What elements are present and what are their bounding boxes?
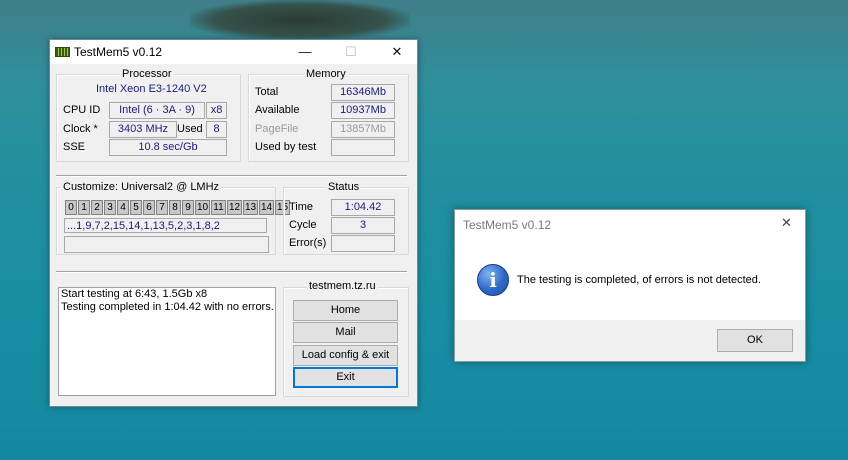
test-cell[interactable]: 12 (227, 200, 242, 215)
processor-group-label: Processor (120, 68, 174, 80)
test-cell[interactable]: 6 (143, 200, 155, 215)
sse-label: SSE (63, 141, 86, 153)
dialog-close-button[interactable]: ✕ (781, 215, 792, 231)
clock-field: 3403 MHz (109, 121, 177, 138)
window-title: TestMem5 v0.12 (74, 45, 163, 59)
time-field: 1:04.42 (331, 199, 395, 216)
test-cell[interactable]: 9 (182, 200, 194, 215)
available-label: Available (255, 104, 300, 116)
exit-button[interactable]: Exit (293, 367, 398, 388)
customize-label: Customize: Universal2 @ LMHz (61, 181, 222, 193)
test-cell[interactable]: 14 (259, 200, 274, 215)
used-by-test-label: Used by test (255, 141, 317, 153)
test-cell[interactable]: 4 (117, 200, 129, 215)
cpu-id-label: CPU ID (63, 104, 101, 116)
test-cell[interactable]: 2 (91, 200, 103, 215)
test-cell[interactable]: 5 (130, 200, 142, 215)
test-cell[interactable]: 10 (195, 200, 210, 215)
available-field: 10937Mb (331, 102, 395, 119)
test-cell[interactable]: 1 (78, 200, 90, 215)
progress-bar (64, 236, 269, 253)
cycle-field: 3 (331, 217, 395, 234)
log-line: Testing completed in 1:04.42 with no err… (61, 301, 274, 313)
mail-button[interactable]: Mail (293, 322, 398, 343)
dialog-title: TestMem5 v0.12 (463, 218, 552, 232)
test-cell[interactable]: 3 (104, 200, 116, 215)
message-dialog: TestMem5 v0.12 ✕ i The testing is comple… (454, 209, 806, 362)
sse-field: 10.8 sec/Gb (109, 139, 227, 156)
separator (56, 175, 407, 177)
test-sequence-field: ...1,9,7,2,15,14,1,13,5,2,3,1,8,2 (64, 218, 267, 233)
test-cell[interactable]: 8 (169, 200, 181, 215)
clock-label: Clock * (63, 123, 98, 135)
processor-name: Intel Xeon E3-1240 V2 (96, 83, 207, 95)
dialog-footer: OK (455, 320, 805, 361)
pagefile-field: 13857Mb (331, 121, 395, 138)
home-button[interactable]: Home (293, 300, 398, 321)
test-cell[interactable]: 13 (243, 200, 258, 215)
cpu-id-field: Intel (6 · 3A · 9) (109, 102, 205, 119)
used-field: 8 (206, 121, 227, 138)
dialog-message: The testing is completed, of errors is n… (517, 274, 761, 286)
background-shape (190, 0, 410, 40)
test-cell[interactable]: 7 (156, 200, 168, 215)
test-cell[interactable]: 11 (211, 200, 226, 215)
threads-field: x8 (206, 102, 227, 119)
test-cell[interactable]: 0 (65, 200, 77, 215)
time-label: Time (289, 201, 314, 213)
status-group-label: Status (326, 181, 362, 193)
pagefile-label: PageFile (255, 123, 299, 135)
title-bar[interactable]: TestMem5 v0.12 — ☐ ✕ (50, 40, 417, 64)
close-button[interactable]: ✕ (382, 42, 412, 62)
errors-label: Error(s) (289, 237, 327, 249)
log-textarea[interactable]: Start testing at 6:43, 1.5Gb x8 Testing … (58, 287, 276, 396)
total-field: 16346Mb (331, 84, 395, 101)
cycle-label: Cycle (289, 219, 317, 231)
total-label: Total (255, 86, 279, 98)
errors-field (331, 235, 395, 252)
load-config-exit-button[interactable]: Load config & exit (293, 345, 398, 366)
testmem-window: TestMem5 v0.12 — ☐ ✕ Processor Intel Xeo… (49, 39, 418, 407)
ok-button[interactable]: OK (717, 329, 793, 352)
log-line: Start testing at 6:43, 1.5Gb x8 (61, 288, 208, 300)
used-label: Used (177, 123, 203, 135)
used-by-test-field (331, 139, 395, 156)
info-icon: i (477, 264, 509, 296)
minimize-button[interactable]: — (290, 42, 320, 62)
separator (56, 271, 407, 273)
memory-group-label: Memory (304, 68, 348, 80)
memory-chip-icon (55, 47, 70, 57)
site-label: testmem.tz.ru (307, 280, 378, 292)
maximize-button[interactable]: ☐ (336, 42, 366, 62)
